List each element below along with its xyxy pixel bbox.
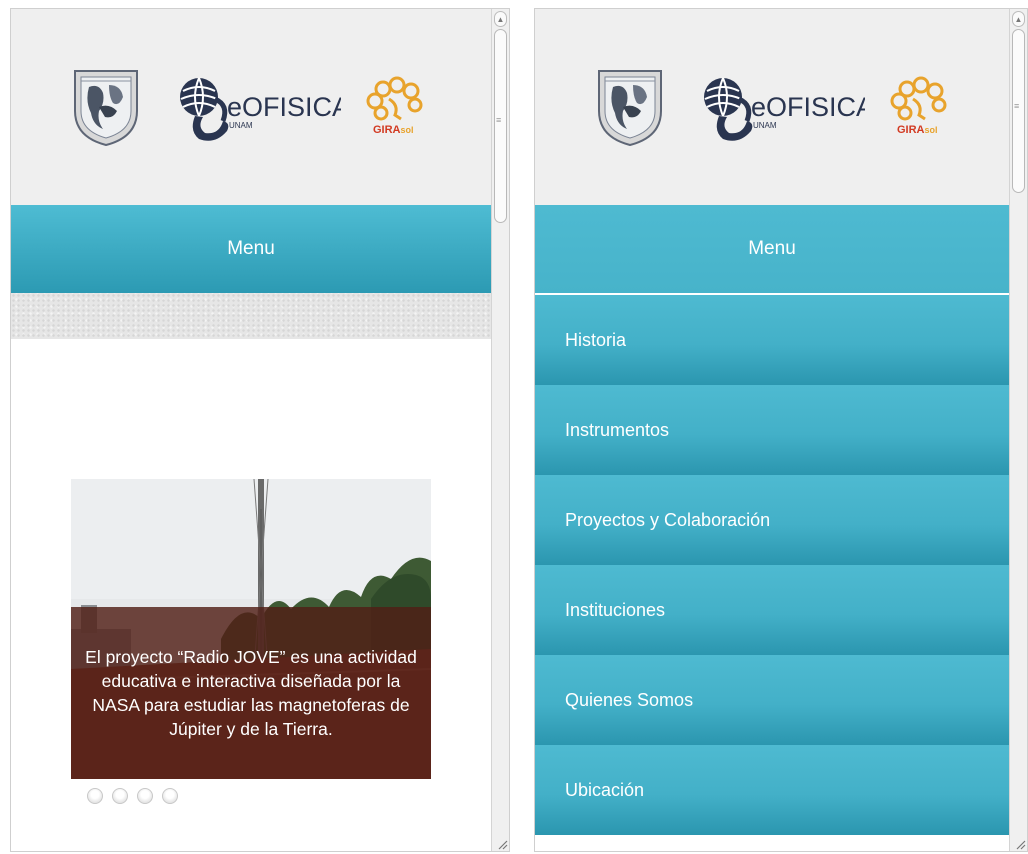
slide-caption-text: El proyecto “Radio JOVE” es una activida… — [85, 647, 417, 739]
slider-dot[interactable] — [162, 788, 178, 804]
svg-text:eOFISICA: eOFISICA — [227, 92, 341, 122]
menu-item-instituciones[interactable]: Instituciones — [535, 565, 1009, 655]
slider-dot[interactable] — [112, 788, 128, 804]
menu-label: Menu — [227, 238, 275, 259]
menu-toggle-button[interactable]: Menu — [535, 205, 1009, 293]
scroll-up-arrow-icon[interactable]: ▲ — [1012, 11, 1025, 27]
svg-text:eOFISICA: eOFISICA — [751, 92, 865, 122]
scroll-thumb[interactable] — [1012, 29, 1025, 193]
site-header: eOFISICA UNAM GIRAsol — [11, 9, 491, 205]
menu-item-label: Historia — [565, 329, 627, 350]
svg-text:UNAM: UNAM — [753, 121, 777, 130]
decorative-texture-band — [11, 293, 491, 339]
resize-grip-icon[interactable] — [1014, 838, 1026, 850]
menu-item-label: Instituciones — [565, 599, 666, 620]
geofisica-logo: eOFISICA UNAM — [180, 77, 341, 141]
vertical-scrollbar[interactable]: ▲ ≡ — [491, 9, 509, 851]
navigation-menu: Historia Instrumentos Proyectos y Colabo… — [535, 295, 1009, 835]
vertical-scrollbar[interactable]: ▲ ≡ — [1009, 9, 1027, 851]
unam-seal-logo — [598, 70, 662, 147]
slide-caption: El proyecto “Radio JOVE” es una activida… — [71, 607, 431, 779]
menu-item-historia[interactable]: Historia — [535, 295, 1009, 385]
slider-dot[interactable] — [137, 788, 153, 804]
menu-item-ubicacion[interactable]: Ubicación — [535, 745, 1009, 835]
unam-seal-logo — [74, 70, 138, 147]
image-slider[interactable]: El proyecto “Radio JOVE” es una activida… — [71, 479, 431, 779]
scroll-grip-icon: ≡ — [1014, 101, 1020, 111]
menu-label: Menu — [748, 238, 796, 259]
girasol-logo: GIRAsol — [366, 76, 423, 136]
scroll-up-arrow-icon[interactable]: ▲ — [494, 11, 507, 27]
svg-text:UNAM: UNAM — [229, 121, 253, 130]
menu-item-label: Quienes Somos — [565, 689, 694, 710]
menu-toggle-button[interactable]: Menu — [11, 205, 491, 293]
scroll-thumb[interactable] — [494, 29, 507, 223]
right-phone-view: eOFISICA UNAM GIRAsol Menu Historia Inst… — [534, 8, 1028, 852]
svg-text:GIRAsol: GIRAsol — [373, 124, 414, 136]
svg-text:GIRAsol: GIRAsol — [897, 124, 938, 136]
geofisica-logo: eOFISICA UNAM — [704, 77, 865, 141]
resize-grip-icon[interactable] — [496, 838, 508, 850]
menu-item-quienes-somos[interactable]: Quienes Somos — [535, 655, 1009, 745]
menu-item-label: Proyectos y Colaboración — [565, 509, 771, 530]
menu-item-label: Ubicación — [565, 779, 645, 800]
menu-item-proyectos[interactable]: Proyectos y Colaboración — [535, 475, 1009, 565]
site-header: eOFISICA UNAM GIRAsol — [535, 9, 1009, 205]
slider-pagination — [87, 788, 178, 804]
left-phone-view: eOFISICA UNAM GIRAsol Menu El proyecto “… — [10, 8, 510, 852]
menu-item-instrumentos[interactable]: Instrumentos — [535, 385, 1009, 475]
girasol-logo: GIRAsol — [890, 76, 947, 136]
slider-dot[interactable] — [87, 788, 103, 804]
menu-item-label: Instrumentos — [565, 419, 670, 440]
scroll-grip-icon: ≡ — [496, 115, 502, 125]
